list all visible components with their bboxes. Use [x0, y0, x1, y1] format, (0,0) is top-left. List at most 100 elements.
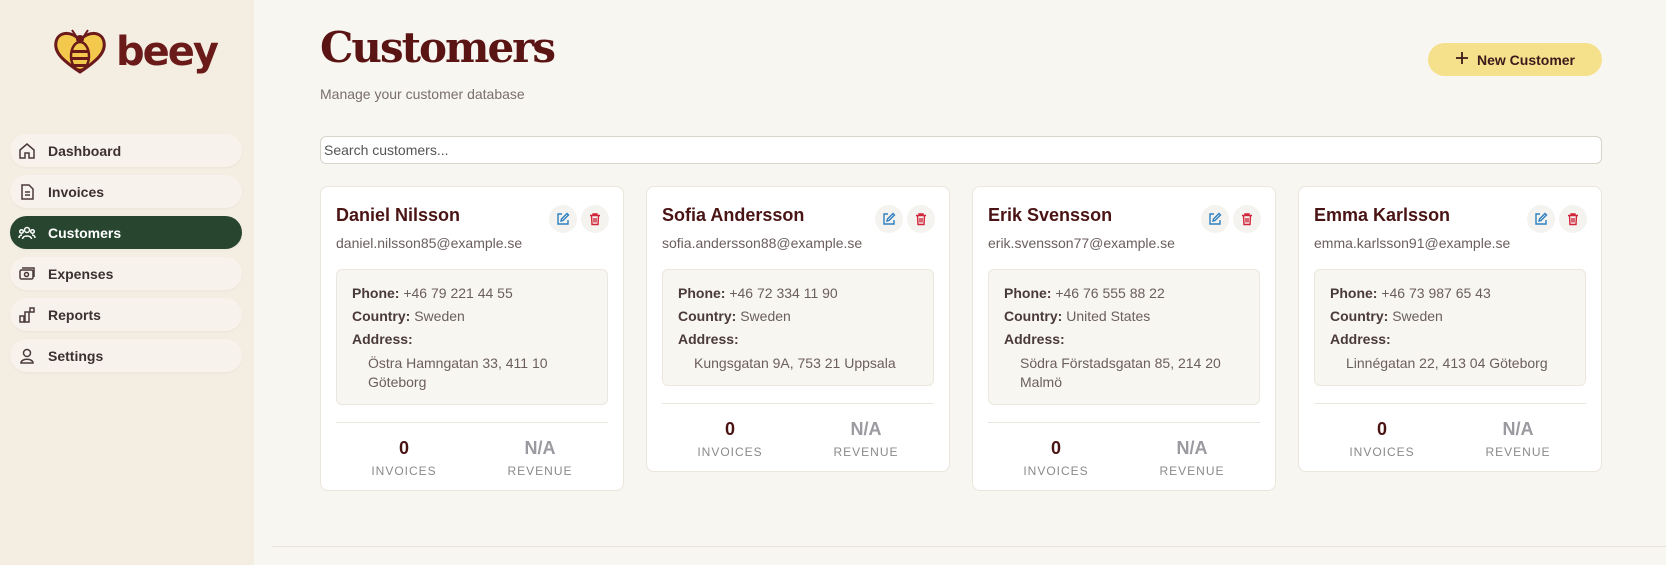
revenue-label: REVENUE — [507, 464, 573, 478]
search-input[interactable]: Search customers... — [320, 136, 1602, 164]
invoices-label: INVOICES — [1349, 445, 1415, 459]
customer-address: Östra Hamngatan 33, 411 10 Göteborg — [368, 355, 548, 390]
delete-icon[interactable] — [907, 205, 935, 233]
search-placeholder: Search customers... — [324, 142, 449, 158]
revenue-stat: N/A REVENUE — [798, 419, 934, 459]
customer-phone: +46 79 221 44 55 — [403, 285, 513, 301]
customer-info: Phone: +46 72 334 11 90 Country: Sweden … — [662, 269, 934, 386]
revenue-value: N/A — [524, 438, 556, 458]
delete-icon[interactable] — [1233, 205, 1261, 233]
user-icon — [18, 347, 36, 365]
address-label: Address: — [678, 331, 739, 347]
customer-stats: 0 INVOICES N/A REVENUE — [662, 419, 934, 459]
delete-icon[interactable] — [581, 205, 609, 233]
edit-icon[interactable] — [875, 205, 903, 233]
customer-stats: 0 INVOICES N/A REVENUE — [1314, 419, 1586, 459]
phone-label: Phone: — [352, 285, 400, 301]
card-actions — [549, 205, 609, 233]
document-icon — [18, 183, 36, 201]
home-icon — [18, 142, 36, 160]
sidebar: beey Dashboard Invoices Customers Expens… — [0, 0, 254, 565]
invoices-label: INVOICES — [371, 464, 437, 478]
customer-country: Sweden — [414, 308, 465, 324]
sidebar-item-label: Customers — [48, 224, 122, 241]
customer-phone: +46 76 555 88 22 — [1055, 285, 1165, 301]
edit-icon[interactable] — [1527, 205, 1555, 233]
logo-text: beey — [116, 29, 219, 75]
country-label: Country: — [352, 308, 411, 324]
country-label: Country: — [1004, 308, 1063, 324]
new-customer-button[interactable]: New Customer — [1428, 43, 1602, 76]
address-label: Address: — [1004, 331, 1065, 347]
customer-card: Sofia Andersson sofia.andersson88@exampl… — [646, 186, 950, 472]
address-label: Address: — [352, 331, 413, 347]
invoices-stat: 0 INVOICES — [336, 438, 472, 478]
card-actions — [1201, 205, 1261, 233]
invoices-stat: 0 INVOICES — [1314, 419, 1450, 459]
revenue-stat: N/A REVENUE — [1124, 438, 1260, 478]
divider — [988, 422, 1260, 423]
customer-card: Daniel Nilsson daniel.nilsson85@example.… — [320, 186, 624, 491]
sidebar-item-label: Dashboard — [48, 142, 122, 159]
footer-divider — [272, 546, 1666, 547]
sidebar-item-label: Reports — [48, 306, 101, 323]
invoices-count: 0 — [724, 419, 735, 439]
revenue-stat: N/A REVENUE — [472, 438, 608, 478]
card-actions — [875, 205, 935, 233]
revenue-label: REVENUE — [1485, 445, 1551, 459]
customer-info: Phone: +46 76 555 88 22 Country: United … — [988, 269, 1260, 405]
country-label: Country: — [1330, 308, 1389, 324]
invoices-count: 0 — [398, 438, 409, 458]
customer-address: Södra Förstadsgatan 85, 214 20 Malmö — [1020, 355, 1221, 390]
sidebar-item-invoices[interactable]: Invoices — [10, 175, 242, 208]
customer-email: erik.svensson77@example.se — [988, 235, 1175, 251]
chart-icon — [18, 306, 36, 324]
card-actions — [1527, 205, 1587, 233]
country-label: Country: — [678, 308, 737, 324]
customer-country: Sweden — [1392, 308, 1443, 324]
customer-phone: +46 72 334 11 90 — [729, 285, 838, 301]
sidebar-item-dashboard[interactable]: Dashboard — [10, 134, 242, 167]
customer-email: sofia.andersson88@example.se — [662, 235, 863, 251]
sidebar-item-label: Invoices — [48, 183, 105, 200]
invoices-stat: 0 INVOICES — [662, 419, 798, 459]
revenue-stat: N/A REVENUE — [1450, 419, 1586, 459]
customer-info: Phone: +46 73 987 65 43 Country: Sweden … — [1314, 269, 1586, 386]
customer-stats: 0 INVOICES N/A REVENUE — [336, 438, 608, 478]
invoices-label: INVOICES — [697, 445, 763, 459]
invoices-stat: 0 INVOICES — [988, 438, 1124, 478]
customer-country: United States — [1066, 308, 1151, 324]
sidebar-item-reports[interactable]: Reports — [10, 298, 242, 331]
sidebar-item-expenses[interactable]: Expenses — [10, 257, 242, 290]
logo[interactable]: beey — [52, 28, 219, 76]
address-label: Address: — [1330, 331, 1391, 347]
invoices-count: 0 — [1050, 438, 1061, 458]
invoices-label: INVOICES — [1023, 464, 1089, 478]
customer-phone: +46 73 987 65 43 — [1381, 285, 1491, 301]
edit-icon[interactable] — [549, 205, 577, 233]
bee-heart-logo-icon — [54, 29, 106, 74]
page-title: Customers — [320, 23, 556, 72]
customer-stats: 0 INVOICES N/A REVENUE — [988, 438, 1260, 478]
customer-email: daniel.nilsson85@example.se — [336, 235, 523, 251]
customer-address: Linnégatan 22, 413 04 Göteborg — [1346, 355, 1548, 371]
customer-country: Sweden — [740, 308, 791, 324]
sidebar-item-settings[interactable]: Settings — [10, 339, 242, 372]
wallet-icon — [18, 265, 36, 283]
phone-label: Phone: — [1330, 285, 1378, 301]
invoices-count: 0 — [1376, 419, 1387, 439]
divider — [336, 422, 608, 423]
new-customer-label: New Customer — [1476, 51, 1576, 68]
revenue-label: REVENUE — [833, 445, 899, 459]
edit-icon[interactable] — [1201, 205, 1229, 233]
customer-email: emma.karlsson91@example.se — [1314, 235, 1511, 251]
phone-label: Phone: — [678, 285, 726, 301]
revenue-value: N/A — [1176, 438, 1208, 458]
divider — [1314, 403, 1586, 404]
sidebar-item-label: Settings — [48, 347, 104, 364]
divider — [662, 403, 934, 404]
sidebar-nav: Dashboard Invoices Customers Expenses Re… — [10, 134, 242, 380]
delete-icon[interactable] — [1559, 205, 1587, 233]
revenue-label: REVENUE — [1159, 464, 1225, 478]
sidebar-item-customers[interactable]: Customers — [10, 216, 242, 249]
